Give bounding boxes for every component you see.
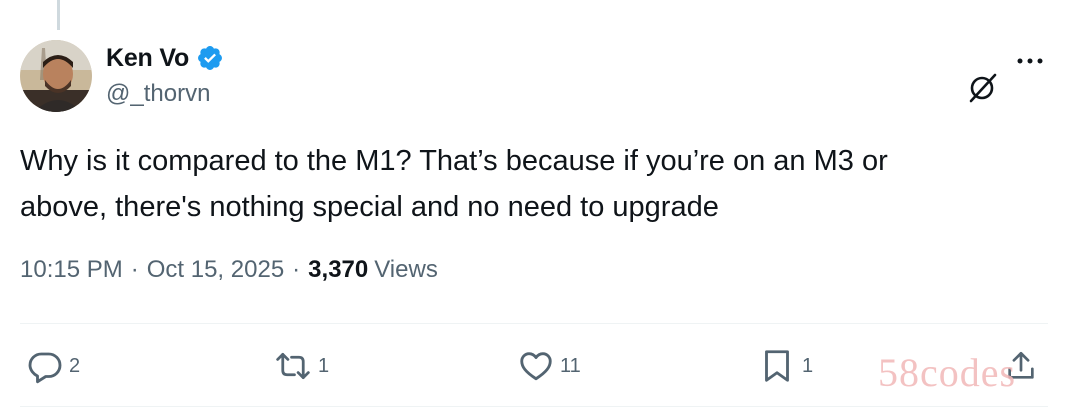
bookmark-count: 1 xyxy=(802,354,814,377)
reply-count: 2 xyxy=(69,354,81,377)
divider xyxy=(20,406,1048,407)
repost-icon xyxy=(274,348,312,384)
tweet-time[interactable]: 10:15 PM xyxy=(20,256,123,284)
author-handle[interactable]: @_thorvn xyxy=(106,80,210,108)
like-button[interactable]: 11 xyxy=(518,346,581,386)
repost-button[interactable]: 1 xyxy=(274,346,329,386)
reply-icon xyxy=(27,348,63,384)
views-count: 3,370 xyxy=(308,256,369,283)
display-name[interactable]: Ken Vo xyxy=(106,44,189,73)
bookmark-button[interactable]: 1 xyxy=(762,346,813,386)
views-label: Views xyxy=(374,256,438,283)
tweet-text: Why is it compared to the M1? That’s bec… xyxy=(20,145,888,223)
more-icon[interactable] xyxy=(1012,54,1048,68)
repost-count: 1 xyxy=(318,354,330,377)
avatar[interactable] xyxy=(20,40,92,112)
watermark: 58codes xyxy=(878,350,1017,395)
reply-button[interactable]: 2 xyxy=(27,346,80,386)
tweet-meta: 10:15 PM · Oct 15, 2025 · 3,370 Views xyxy=(20,256,438,284)
thread-connector-line xyxy=(57,0,60,30)
author-name-row[interactable]: Ken Vo xyxy=(106,42,224,74)
tweet-date[interactable]: Oct 15, 2025 xyxy=(147,256,284,284)
verified-badge-icon xyxy=(196,44,224,72)
meta-separator: · xyxy=(292,256,301,283)
meta-separator: · xyxy=(130,256,139,283)
bookmark-icon xyxy=(762,348,792,384)
divider xyxy=(20,323,1048,324)
heart-icon xyxy=(518,348,554,384)
grok-icon[interactable] xyxy=(966,70,1000,104)
like-count: 11 xyxy=(560,354,581,377)
